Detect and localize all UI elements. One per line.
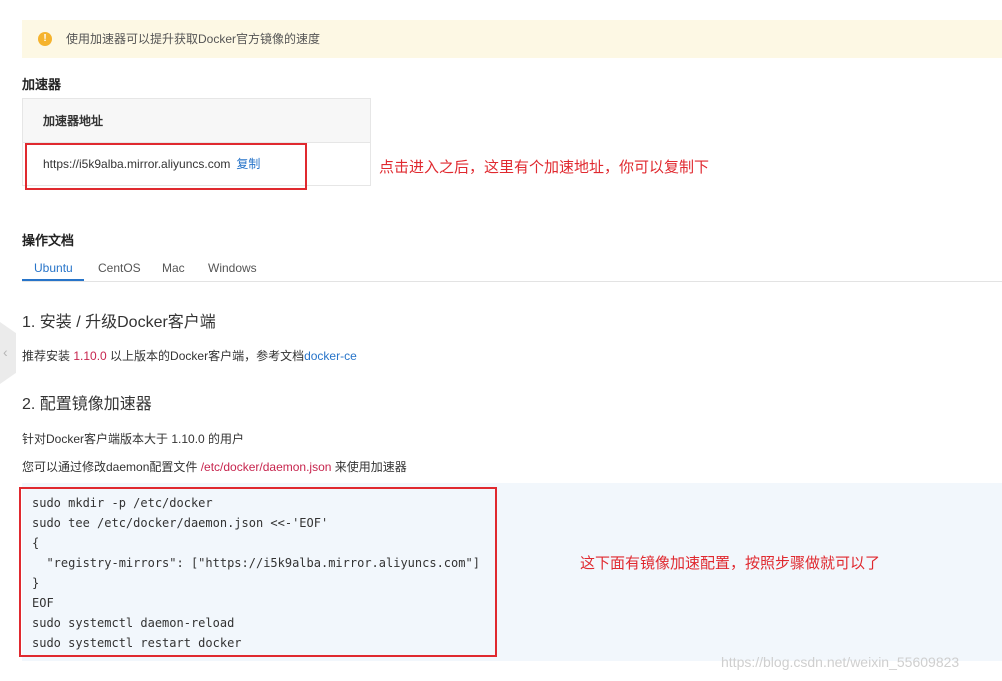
step1-version: 1.10.0 — [73, 349, 107, 363]
docs-heading: 操作文档 — [22, 233, 75, 248]
tab-ubuntu[interactable]: Ubuntu — [34, 261, 73, 275]
tab-windows[interactable]: Windows — [208, 261, 257, 275]
step1-title: 1. 安装 / 升级Docker客户端 — [22, 314, 216, 331]
docker-ce-link[interactable]: docker-ce — [304, 349, 357, 363]
step1-text-middle: 以上版本的Docker客户端，参考文档 — [106, 349, 305, 363]
highlight-box-code — [19, 487, 497, 657]
accelerator-heading: 加速器 — [22, 77, 62, 92]
notice-text: 使用加速器可以提升获取Docker官方镜像的速度 — [66, 32, 321, 46]
annotation-code: 这下面有镜像加速配置，按照步骤做就可以了 — [580, 555, 881, 572]
tab-centos[interactable]: CentOS — [98, 261, 141, 275]
daemon-json-path: /etc/docker/daemon.json — [200, 460, 332, 474]
step1-text: 推荐安装 1.10.0 以上版本的Docker客户端，参考文档docker-ce — [22, 347, 357, 364]
watermark: https://blog.csdn.net/weixin_55609823 — [721, 654, 960, 670]
chevron-left-icon: ‹ — [3, 344, 8, 360]
warning-icon: ! — [38, 32, 52, 46]
tab-mac[interactable]: Mac — [162, 261, 185, 275]
step2-line2-suffix: 来使用加速器 — [331, 460, 407, 474]
notice-bar: ! 使用加速器可以提升获取Docker官方镜像的速度 — [22, 20, 1002, 58]
active-tab-indicator — [22, 279, 84, 281]
accelerator-table-header: 加速器地址 — [23, 99, 370, 143]
os-tabs: Ubuntu CentOS Mac Windows — [22, 256, 1002, 282]
annotation-address: 点击进入之后，这里有个加速地址，你可以复制下 — [379, 159, 710, 176]
step2-line1: 针对Docker客户端版本大于 1.10.0 的用户 — [22, 432, 245, 446]
step2-line2: 您可以通过修改daemon配置文件 /etc/docker/daemon.jso… — [22, 458, 407, 475]
step1-text-prefix: 推荐安装 — [22, 349, 74, 363]
highlight-box-address — [25, 143, 307, 190]
step2-line2-prefix: 您可以通过修改daemon配置文件 — [22, 460, 201, 474]
step2-title: 2. 配置镜像加速器 — [22, 396, 152, 413]
